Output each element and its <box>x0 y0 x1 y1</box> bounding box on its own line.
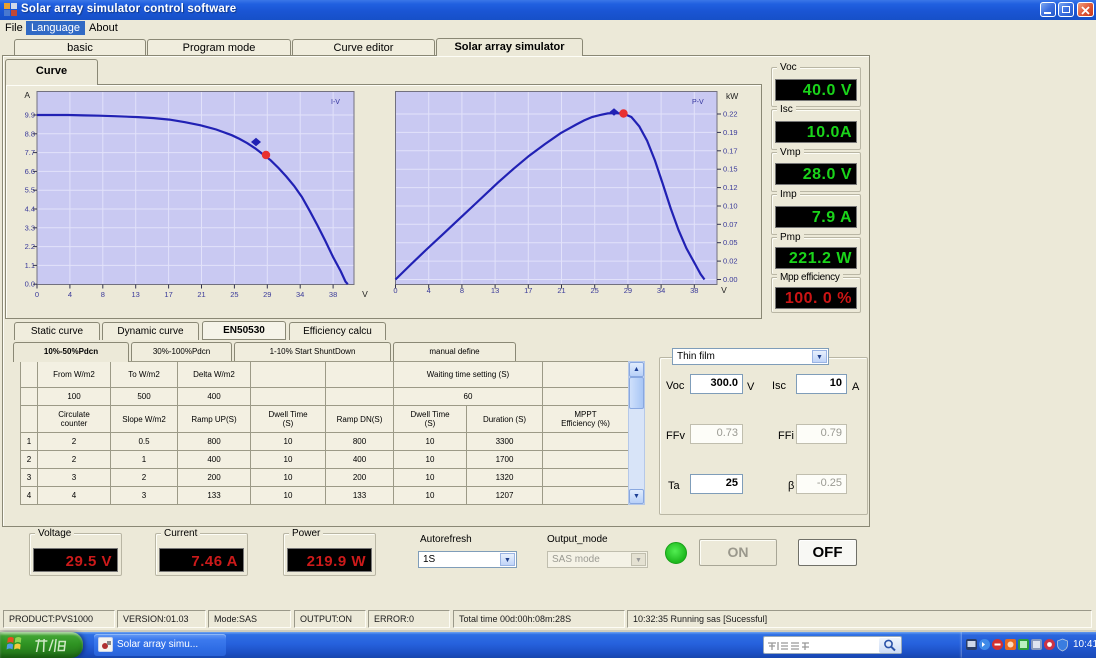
svg-text:V: V <box>362 289 368 299</box>
svg-text:I-V: I-V <box>331 99 340 106</box>
svg-text:0.00: 0.00 <box>723 275 738 284</box>
svg-text:25: 25 <box>230 290 238 299</box>
svg-text:0.10: 0.10 <box>723 202 738 211</box>
svg-text:13: 13 <box>132 290 140 299</box>
svg-text:34: 34 <box>296 290 304 299</box>
svg-text:21: 21 <box>197 290 205 299</box>
svg-text:29: 29 <box>263 290 271 299</box>
svg-text:8: 8 <box>101 290 105 299</box>
svg-text:4: 4 <box>68 290 72 299</box>
svg-text:0: 0 <box>35 290 39 299</box>
svg-text:0.05: 0.05 <box>723 238 738 247</box>
svg-text:0.22: 0.22 <box>723 110 738 119</box>
svg-text:0.07: 0.07 <box>723 220 738 229</box>
svg-text:0.12: 0.12 <box>723 183 738 192</box>
svg-text:0.19: 0.19 <box>723 128 738 137</box>
svg-text:P-V: P-V <box>692 99 704 106</box>
svg-text:0.02: 0.02 <box>723 257 738 266</box>
svg-text:V: V <box>721 285 727 295</box>
svg-text:A: A <box>24 90 30 100</box>
svg-text:0.17: 0.17 <box>723 146 738 155</box>
svg-text:17: 17 <box>164 290 172 299</box>
svg-text:kW: kW <box>726 91 738 101</box>
svg-text:38: 38 <box>329 290 337 299</box>
svg-text:0.15: 0.15 <box>723 165 738 174</box>
